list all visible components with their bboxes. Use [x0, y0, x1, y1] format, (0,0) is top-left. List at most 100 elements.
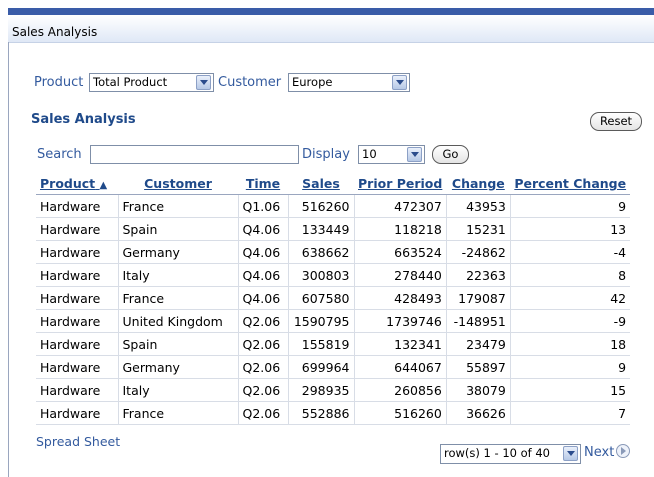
table-header-row: Product ▲ Customer Time Sales Prior Peri…: [36, 173, 631, 195]
table-row: Hardware Spain Q2.06 155819 132341 23479 18: [36, 332, 631, 356]
chevron-down-icon[interactable]: [563, 446, 578, 461]
table-cell: Q4.06: [238, 240, 289, 264]
table-cell: Q4.06: [238, 286, 289, 310]
product-select-value: Total Product: [93, 75, 168, 89]
table-cell: 300803: [288, 263, 355, 287]
table-cell: 298935: [288, 378, 355, 402]
display-select-value: 10: [362, 147, 377, 161]
table-cell: Hardware: [36, 217, 119, 241]
table-row: Hardware United Kingdom Q2.06 1590795 173974…: [36, 309, 631, 333]
table-cell: 7: [510, 401, 631, 425]
table-cell: 118218: [354, 217, 447, 241]
top-accent-bar: [8, 8, 654, 15]
table-cell: 132341: [354, 332, 447, 356]
table-cell: 155819: [288, 332, 355, 356]
table-cell: 15: [510, 378, 631, 402]
region-title: Sales Analysis: [12, 25, 98, 39]
spreadsheet-link[interactable]: Spread Sheet: [36, 434, 120, 449]
table-cell: 428493: [354, 286, 447, 310]
table-cell: 42: [510, 286, 631, 310]
search-input[interactable]: [90, 145, 299, 164]
next-arrow-icon[interactable]: [616, 444, 631, 458]
table-cell: 43953: [446, 194, 511, 218]
table-cell: Hardware: [36, 355, 119, 379]
customer-select[interactable]: Europe: [288, 73, 410, 92]
table-cell: Spain: [118, 332, 239, 356]
table-cell: Italy: [118, 378, 239, 402]
table-cell: -148951: [446, 309, 511, 333]
sort-ascending-icon: ▲: [99, 180, 108, 191]
table-cell: Q2.06: [238, 378, 289, 402]
chevron-down-icon[interactable]: [407, 147, 422, 162]
column-header-percent-change[interactable]: Percent Change: [510, 173, 631, 195]
table-cell: Hardware: [36, 286, 119, 310]
table-cell: -9: [510, 309, 631, 333]
column-header-customer[interactable]: Customer: [118, 173, 238, 195]
column-header-product-label[interactable]: Product: [40, 176, 95, 191]
customer-select-value: Europe: [292, 75, 333, 89]
table-cell: 1739746: [354, 309, 447, 333]
table-cell: Hardware: [36, 401, 119, 425]
table-cell: 38079: [446, 378, 511, 402]
table-row: Hardware Germany Q2.06 699964 644067 55897 9: [36, 355, 631, 379]
table-cell: 179087: [446, 286, 511, 310]
search-label: Search: [37, 147, 82, 162]
table-cell: Spain: [118, 217, 239, 241]
table-cell: 663524: [354, 240, 447, 264]
display-select[interactable]: 10: [358, 145, 425, 164]
table-cell: 55897: [446, 355, 511, 379]
table-row: Hardware Germany Q4.06 638662 663524 -24862 -4: [36, 240, 631, 264]
table-cell: 133449: [288, 217, 355, 241]
display-label: Display: [302, 147, 350, 162]
next-link[interactable]: Next: [584, 444, 631, 460]
table-cell: 516260: [354, 401, 447, 425]
table-cell: France: [118, 194, 239, 218]
column-header-time[interactable]: Time: [238, 173, 288, 195]
pagination-select-value: row(s) 1 - 10 of 40: [444, 446, 550, 460]
table-row: Hardware Italy Q2.06 298935 260856 38079 15: [36, 378, 631, 402]
table-cell: Hardware: [36, 194, 119, 218]
column-header-product[interactable]: Product ▲: [36, 173, 118, 195]
table-cell: Q2.06: [238, 355, 289, 379]
reset-button[interactable]: Reset: [590, 112, 642, 131]
go-button[interactable]: Go: [432, 145, 469, 164]
table-cell: Hardware: [36, 332, 119, 356]
table-cell: -4: [510, 240, 631, 264]
column-header-prior-period[interactable]: Prior Period: [354, 173, 447, 195]
table-cell: 9: [510, 355, 631, 379]
table-row: Hardware Italy Q4.06 300803 278440 22363 8: [36, 263, 631, 287]
table-cell: Q1.06: [238, 194, 289, 218]
table-cell: Q2.06: [238, 401, 289, 425]
table-cell: Germany: [118, 240, 239, 264]
table-cell: 18: [510, 332, 631, 356]
chevron-down-icon[interactable]: [392, 75, 407, 90]
table-cell: Hardware: [36, 263, 119, 287]
customer-label: Customer: [218, 75, 282, 90]
table-cell: 23479: [446, 332, 511, 356]
table-cell: Q2.06: [238, 332, 289, 356]
table-cell: Italy: [118, 263, 239, 287]
table-cell: 552886: [288, 401, 355, 425]
table-cell: 644067: [354, 355, 447, 379]
table-cell: 13: [510, 217, 631, 241]
table-cell: 22363: [446, 263, 511, 287]
product-label: Product: [34, 75, 84, 90]
next-label[interactable]: Next: [584, 445, 614, 460]
table-cell: Hardware: [36, 378, 119, 402]
table-cell: Q4.06: [238, 217, 289, 241]
table-cell: 278440: [354, 263, 447, 287]
column-header-sales[interactable]: Sales: [288, 173, 354, 195]
column-header-change[interactable]: Change: [446, 173, 511, 195]
chevron-down-icon[interactable]: [196, 75, 211, 90]
table-cell: Hardware: [36, 240, 119, 264]
product-select[interactable]: Total Product: [89, 73, 214, 92]
table-cell: France: [118, 286, 239, 310]
region-border: [8, 42, 9, 477]
table-cell: -24862: [446, 240, 511, 264]
table-cell: Germany: [118, 355, 239, 379]
table-cell: 607580: [288, 286, 355, 310]
table-row: Hardware Spain Q4.06 133449 118218 15231 13: [36, 217, 631, 241]
table-cell: France: [118, 401, 239, 425]
pagination-select[interactable]: row(s) 1 - 10 of 40: [440, 444, 581, 464]
region-header: [8, 15, 654, 43]
